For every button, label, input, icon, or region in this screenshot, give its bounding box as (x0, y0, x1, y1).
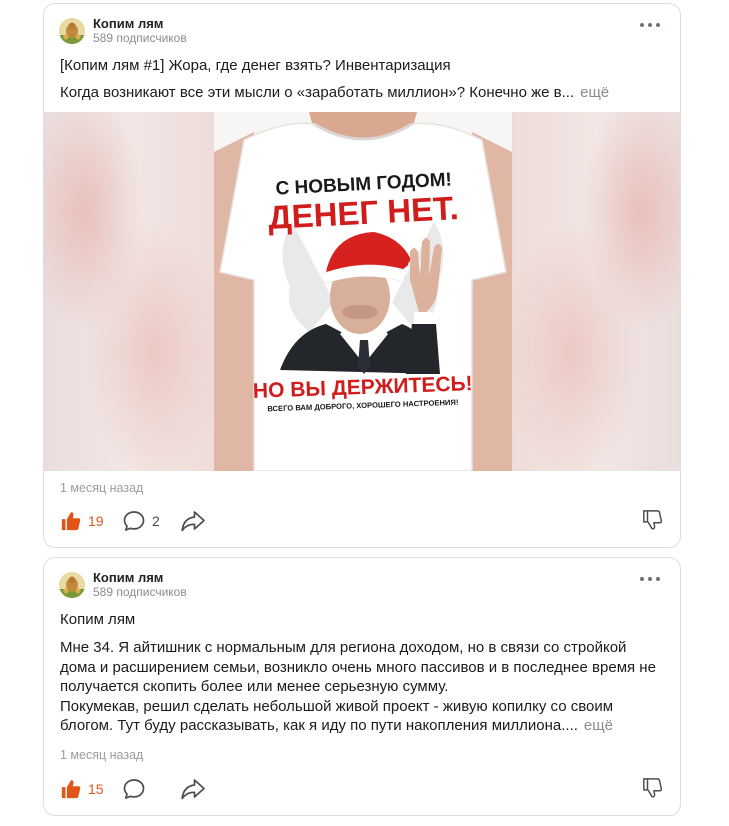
post-date: 1 месяц назад (60, 481, 144, 495)
post-actions: 19 2 (60, 508, 664, 534)
share-button[interactable] (180, 508, 206, 534)
dislike-button[interactable] (642, 776, 664, 805)
post-card: Копим лям 589 подписчиков Копим лям Мне … (43, 557, 681, 816)
thumbs-up-icon (61, 512, 81, 531)
image-blur-left (44, 112, 214, 471)
post-actions: 15 (60, 776, 664, 802)
subscriber-count: 589 подписчиков (93, 585, 187, 599)
post-paragraph: Мне 34. Я айтишник с нормальным для реги… (60, 639, 656, 695)
tshirt-photo: С НОВЫМ ГОДОМ! ДЕНЕГ НЕТ. НО ВЫ ДЕРЖИТЕС… (214, 112, 512, 471)
like-button[interactable]: 15 (60, 776, 104, 802)
post-date: 1 месяц назад (60, 748, 144, 762)
post-card: Копим лям 589 подписчиков [Копим лям #1]… (43, 3, 681, 548)
comment-button[interactable]: 2 (122, 508, 160, 534)
post-title[interactable]: [Копим лям #1] Жора, где денег взять? Ин… (60, 57, 451, 74)
post-header: Копим лям 589 подписчиков (59, 14, 187, 48)
post-excerpt[interactable]: Когда возникают все эти мысли о «заработ… (60, 83, 666, 103)
post-title[interactable]: Копим лям (60, 611, 135, 628)
channel-name[interactable]: Копим лям (93, 570, 187, 585)
channel-name[interactable]: Копим лям (93, 16, 187, 31)
kebab-menu-icon[interactable] (640, 20, 662, 30)
comment-count: 2 (152, 513, 160, 529)
comment-button[interactable] (122, 776, 146, 802)
thumbs-up-icon (61, 780, 81, 799)
thumbs-down-icon (643, 510, 663, 530)
share-arrow-icon (181, 511, 205, 532)
post-body[interactable]: Мне 34. Я айтишник с нормальным для реги… (60, 638, 666, 736)
subscriber-count: 589 подписчиков (93, 31, 187, 45)
more-link[interactable]: ещё (580, 84, 609, 101)
channel-avatar[interactable] (59, 572, 85, 598)
post-image[interactable]: С НОВЫМ ГОДОМ! ДЕНЕГ НЕТ. НО ВЫ ДЕРЖИТЕС… (44, 112, 680, 471)
post-excerpt-text: Когда возникают все эти мысли о «заработ… (60, 84, 575, 101)
image-blur-right (512, 112, 680, 471)
like-count: 15 (88, 781, 104, 797)
comment-bubble-icon (123, 511, 145, 531)
dislike-button[interactable] (642, 508, 664, 537)
post-paragraph-last: Покумекав, решил сделать небольшой живой… (60, 697, 666, 736)
kebab-menu-icon[interactable] (640, 574, 662, 584)
share-button[interactable] (180, 776, 206, 802)
more-link[interactable]: ещё (584, 717, 613, 734)
comment-bubble-icon (123, 779, 145, 799)
channel-avatar[interactable] (59, 18, 85, 44)
like-count: 19 (88, 513, 104, 529)
like-button[interactable]: 19 (60, 508, 104, 534)
share-arrow-icon (181, 779, 205, 800)
post-header: Копим лям 589 подписчиков (59, 568, 187, 602)
post-paragraph-text: Покумекав, решил сделать небольшой живой… (60, 697, 614, 735)
thumbs-down-icon (643, 778, 663, 798)
